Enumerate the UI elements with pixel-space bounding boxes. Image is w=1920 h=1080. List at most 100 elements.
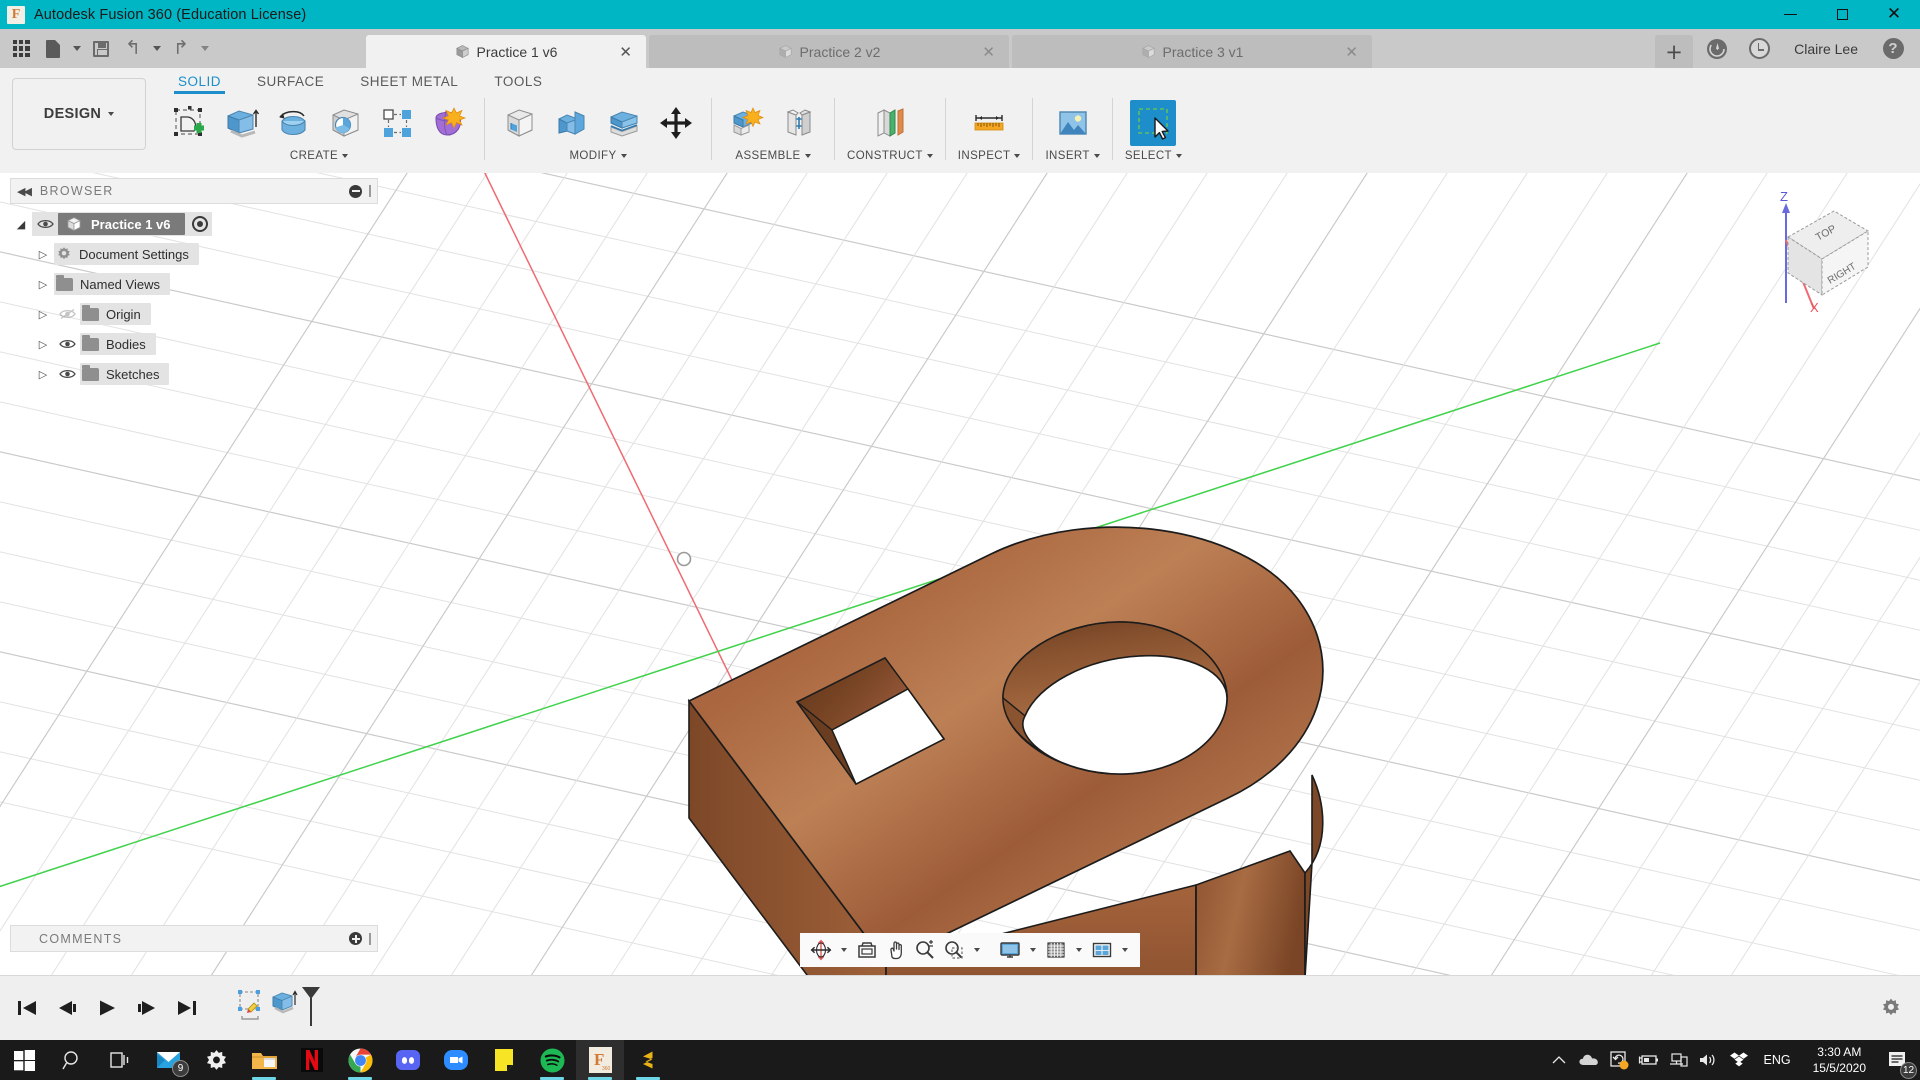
display-dropdown[interactable] [1026,937,1040,963]
undo-dropdown[interactable] [150,33,164,65]
volume-tray-button[interactable] [1694,1040,1724,1080]
timeline-settings-button[interactable] [1880,997,1902,1019]
visibility-eye-icon[interactable] [54,338,80,350]
orbit-button[interactable] [808,937,834,963]
grid-dropdown[interactable] [1072,937,1086,963]
timeline-feature-extrude[interactable] [270,989,300,1028]
tree-item-bodies[interactable]: ▷ Bodies [10,329,378,359]
spotify-button[interactable] [528,1040,576,1080]
step-forward-button[interactable] [134,995,160,1021]
offset-plane-button[interactable] [867,100,913,146]
mail-button[interactable]: 9 [144,1040,192,1080]
ribbon-tab-surface[interactable]: SURFACE [239,68,342,94]
hole-button[interactable] [322,100,368,146]
expand-arrow-icon[interactable]: ▷ [32,308,54,321]
new-document-button[interactable] [38,33,68,65]
battery-tray-button[interactable] [1634,1040,1664,1080]
press-pull-button[interactable] [497,100,543,146]
undo-button[interactable]: ↰ [118,33,148,65]
display-settings-button[interactable] [997,937,1023,963]
new-tab-button[interactable]: + [1655,35,1693,68]
search-button[interactable] [48,1040,96,1080]
fillet-button[interactable] [549,100,595,146]
create-form-button[interactable] [426,100,472,146]
collapse-panel-icon[interactable]: ◀◀ [17,185,32,198]
insert-image-button[interactable] [1050,100,1096,146]
timeline-feature-sketch[interactable] [236,989,266,1028]
expand-arrow-icon[interactable]: ▷ [32,368,54,381]
select-window-button[interactable] [1130,100,1177,146]
play-button[interactable] [94,995,120,1021]
redo-button[interactable]: ↱ [166,33,196,65]
collapse-all-icon[interactable] [349,184,362,198]
create-group-label[interactable]: CREATE [290,150,349,162]
view-cube[interactable]: Z X TOP RIGHT [1746,185,1896,315]
close-tab-icon[interactable]: ✕ [982,43,995,61]
netflix-button[interactable] [288,1040,336,1080]
start-button[interactable] [0,1040,48,1080]
tree-item-named-views[interactable]: ▷ Named Views [10,269,378,299]
add-comment-icon[interactable] [349,932,362,945]
action-center-button[interactable]: 12 [1878,1040,1917,1080]
tree-item-sketches[interactable]: ▷ Sketches [10,359,378,389]
discord-button[interactable] [384,1040,432,1080]
visibility-eye-icon[interactable] [32,218,58,230]
file-explorer-button[interactable] [240,1040,288,1080]
data-panel-button[interactable] [1696,29,1738,68]
create-sketch-button[interactable] [166,100,212,146]
modify-group-label[interactable]: MODIFY [569,150,627,162]
document-tab-practice-2[interactable]: Practice 2 v2 ✕ [649,35,1009,68]
network-tray-button[interactable] [1664,1040,1694,1080]
job-history-button[interactable] [1738,29,1780,68]
tree-item-origin[interactable]: ▷ Origin [10,299,378,329]
zoom-dropdown[interactable] [970,937,984,963]
look-at-button[interactable] [854,937,880,963]
assemble-group-label[interactable]: ASSEMBLE [735,150,811,162]
tray-expand-button[interactable] [1544,1040,1574,1080]
close-tab-icon[interactable]: ✕ [619,43,632,61]
clock[interactable]: 3:30 AM 15/5/2020 [1801,1044,1878,1076]
new-component-button[interactable] [724,100,770,146]
go-to-end-button[interactable] [174,995,200,1021]
ribbon-tab-tools[interactable]: TOOLS [476,68,560,94]
viewports-dropdown[interactable] [1118,937,1132,963]
workspace-selector[interactable]: DESIGN [12,78,146,150]
grid-snaps-button[interactable] [1043,937,1069,963]
shell-button[interactable] [601,100,647,146]
settings-button[interactable] [192,1040,240,1080]
inspect-group-label[interactable]: INSPECT [958,150,1021,162]
zoom-button[interactable] [912,937,938,963]
extrude-button[interactable] [218,100,264,146]
sticky-notes-button[interactable] [480,1040,528,1080]
maximize-button[interactable] [1816,0,1868,29]
help-button[interactable]: ? [1872,29,1914,68]
ribbon-tab-sheet-metal[interactable]: SHEET METAL [342,68,476,94]
revolve-button[interactable] [270,100,316,146]
update-tray-button[interactable] [1604,1040,1634,1080]
expand-arrow-icon[interactable]: ▷ [32,338,54,351]
expand-arrow-icon[interactable]: ▷ [32,248,54,261]
close-button[interactable]: ✕ [1868,0,1920,29]
chrome-button[interactable] [336,1040,384,1080]
orbit-dropdown[interactable] [837,937,851,963]
dropbox-tray-button[interactable] [1724,1040,1754,1080]
app-grid-button[interactable] [6,33,36,65]
document-tab-practice-1[interactable]: Practice 1 v6 ✕ [366,35,646,68]
resize-grip-icon[interactable] [369,932,371,945]
tree-item-root[interactable]: ◢ Practice 1 v6 [10,209,378,239]
timeline-marker[interactable] [300,985,322,1032]
activate-component-radio[interactable] [191,216,208,232]
ribbon-tab-solid[interactable]: SOLID [160,68,239,94]
step-back-button[interactable] [54,995,80,1021]
sublime-text-button[interactable] [624,1040,672,1080]
expand-arrow-icon[interactable]: ◢ [10,218,32,231]
view-cube-body[interactable]: TOP RIGHT [1787,210,1869,296]
visibility-eye-icon[interactable] [54,368,80,380]
tree-item-document-settings[interactable]: ▷ Document Settings [10,239,378,269]
construct-group-label[interactable]: CONSTRUCT [847,150,933,162]
new-document-dropdown[interactable] [70,33,84,65]
select-group-label[interactable]: SELECT [1125,150,1182,162]
go-to-beginning-button[interactable] [14,995,40,1021]
onedrive-tray-button[interactable] [1574,1040,1604,1080]
viewports-button[interactable] [1089,937,1115,963]
